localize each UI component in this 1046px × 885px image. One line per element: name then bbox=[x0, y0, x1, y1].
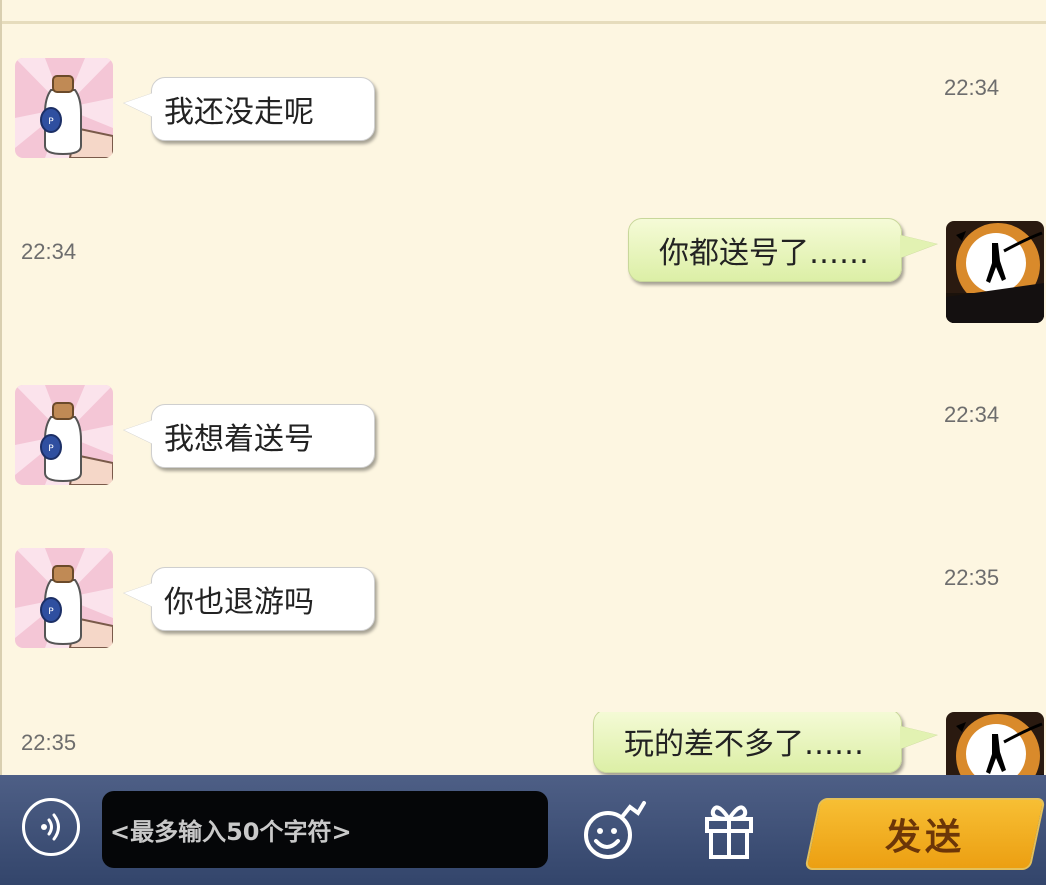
bubble-tail bbox=[900, 235, 937, 258]
left-edge bbox=[0, 0, 2, 775]
incoming-bubble[interactable]: 你也退游吗 bbox=[124, 567, 375, 631]
contact-avatar[interactable]: P bbox=[15, 58, 113, 158]
message-row: 22:35 玩的差不多了…… bbox=[0, 712, 1046, 775]
message-time: 22:35 bbox=[21, 730, 77, 755]
bubble-tail bbox=[124, 583, 153, 607]
outgoing-bubble[interactable]: 玩的差不多了…… bbox=[593, 712, 937, 773]
message-text: 玩的差不多了…… bbox=[624, 727, 864, 762]
contact-avatar[interactable]: P bbox=[15, 385, 113, 485]
incoming-bubble[interactable]: 我还没走呢 bbox=[124, 77, 375, 141]
incoming-bubble[interactable]: 我想着送号 bbox=[124, 404, 375, 468]
svg-text:P: P bbox=[48, 607, 54, 617]
message-time: 22:34 bbox=[944, 402, 1000, 427]
emoji-button[interactable] bbox=[578, 795, 648, 865]
message-time: 22:34 bbox=[21, 239, 77, 264]
gift-button[interactable] bbox=[703, 797, 755, 861]
outgoing-bubble[interactable]: 你都送号了…… bbox=[628, 218, 937, 282]
message-text: 我想着送号 bbox=[164, 422, 314, 457]
bubble-tail bbox=[124, 420, 153, 444]
top-divider bbox=[0, 21, 1046, 24]
svg-text:P: P bbox=[48, 444, 54, 454]
milk-bottle-avatar-icon: P bbox=[15, 58, 113, 158]
silhouette-moon-avatar-icon bbox=[946, 221, 1044, 323]
voice-button[interactable] bbox=[22, 798, 80, 856]
self-avatar[interactable] bbox=[946, 221, 1044, 323]
silhouette-moon-avatar-icon bbox=[946, 712, 1044, 775]
message-text: 你也退游吗 bbox=[164, 585, 314, 620]
milk-bottle-avatar-icon: P bbox=[15, 548, 113, 648]
contact-avatar[interactable]: P bbox=[15, 548, 113, 648]
milk-bottle-avatar-icon: P bbox=[15, 385, 113, 485]
bubble-tail bbox=[900, 726, 937, 749]
gift-icon bbox=[705, 805, 753, 859]
message-text: 你都送号了…… bbox=[659, 236, 869, 271]
bubble-tail bbox=[124, 93, 153, 117]
voice-icon bbox=[41, 813, 60, 841]
message-text: 我还没走呢 bbox=[164, 95, 314, 130]
send-button-label[interactable]: 发送 bbox=[812, 798, 1038, 870]
composer-bar: <最多输入50个字符> 发送 bbox=[0, 775, 1046, 885]
emoji-icon bbox=[584, 801, 646, 859]
svg-text:P: P bbox=[48, 117, 54, 127]
message-time: 22:34 bbox=[944, 75, 1000, 100]
input-placeholder: <最多输入50个字符> bbox=[110, 818, 352, 846]
self-avatar[interactable] bbox=[946, 712, 1044, 775]
message-input[interactable]: <最多输入50个字符> bbox=[102, 791, 548, 868]
message-time: 22:35 bbox=[944, 565, 1000, 590]
